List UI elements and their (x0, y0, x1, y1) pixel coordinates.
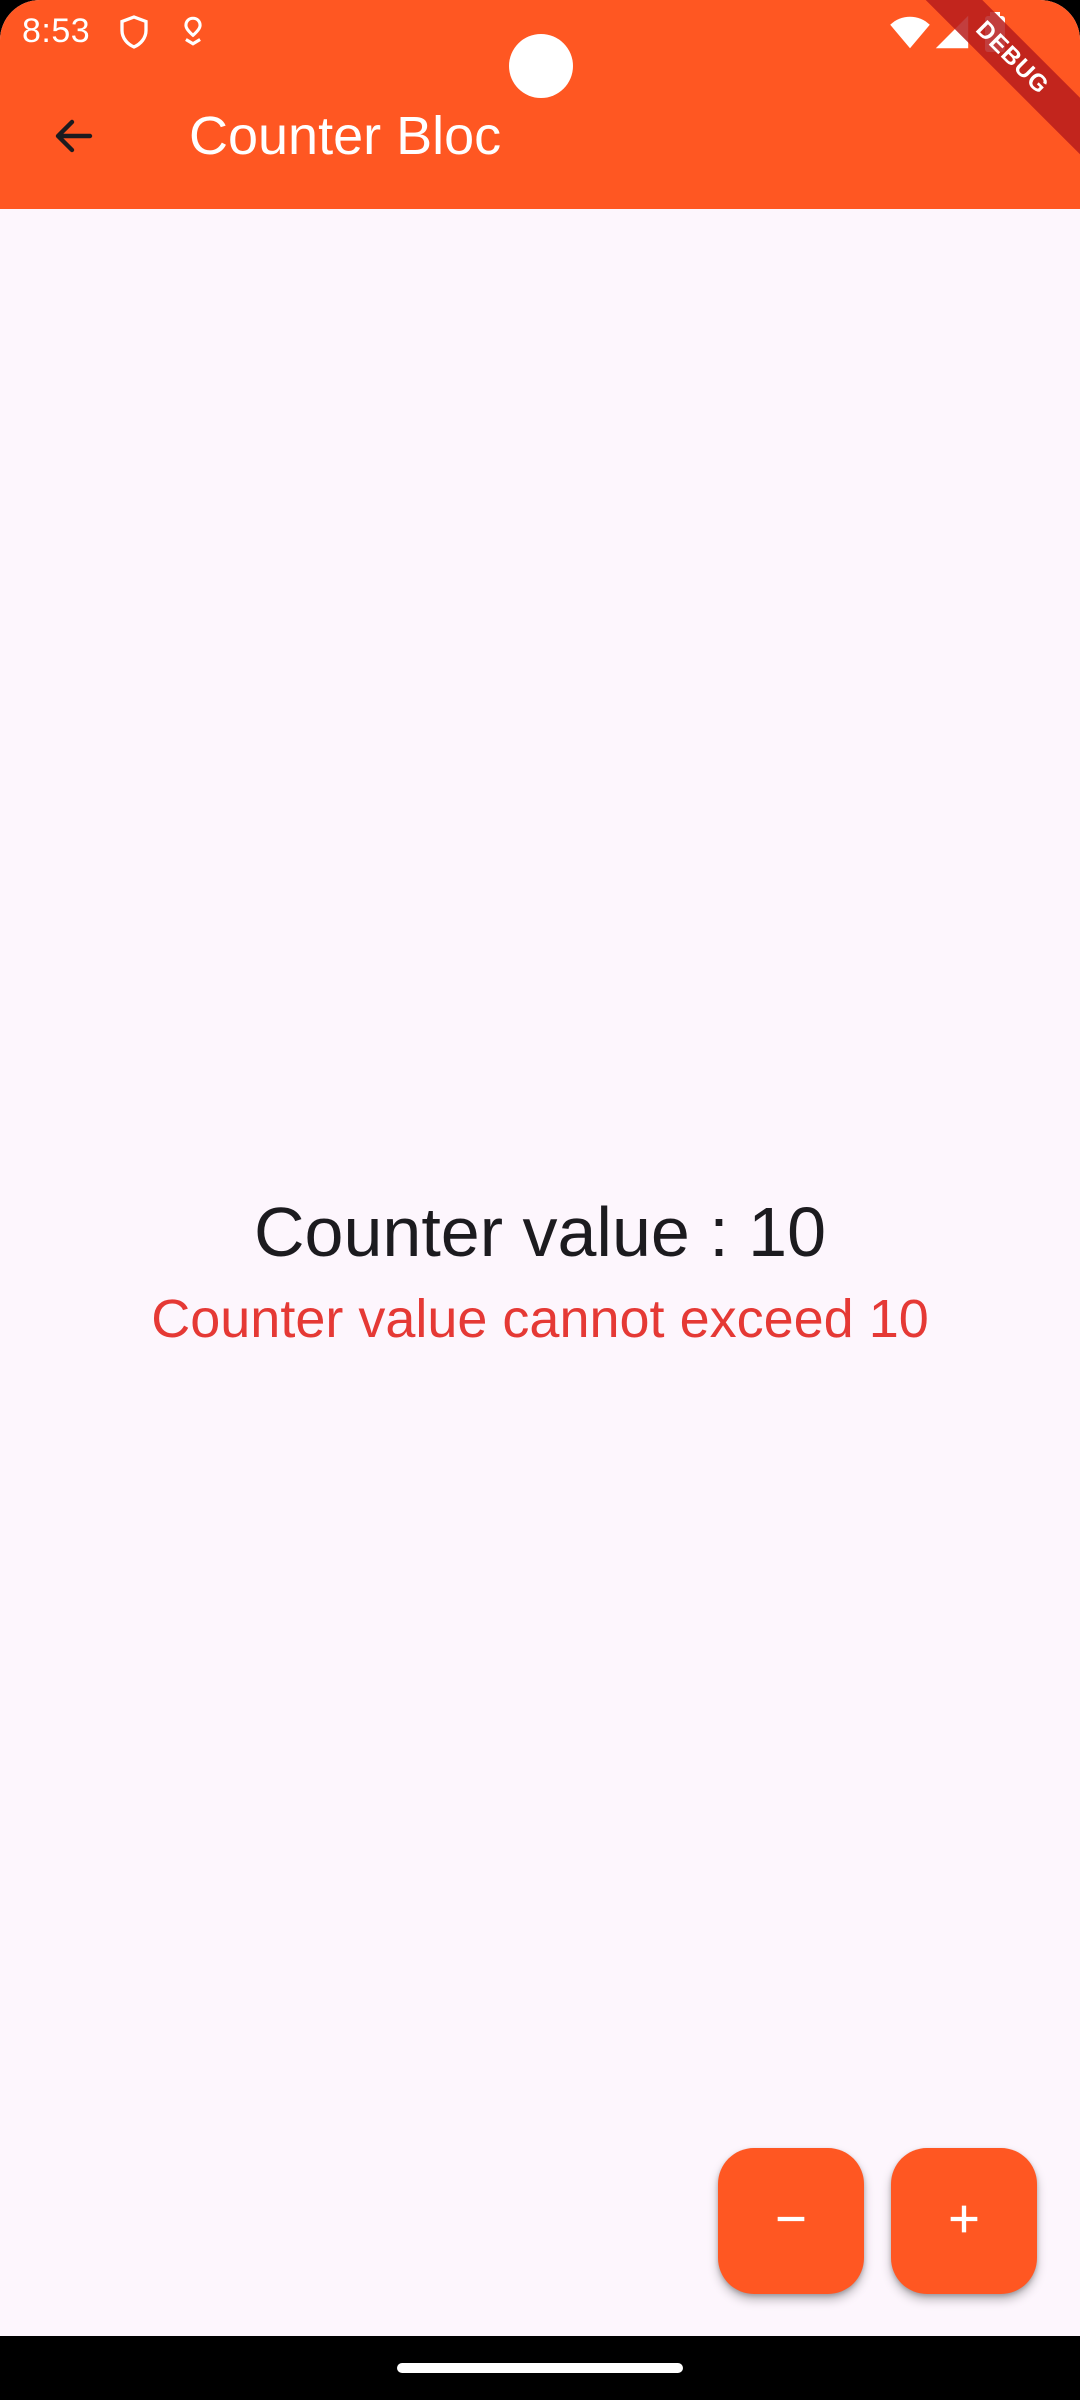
app-screen: 8:53 Counter Bloc DEBUG Counter value: … (0, 0, 1080, 2400)
arrow-back-icon (50, 112, 98, 165)
camera-cutout (509, 34, 573, 98)
page-title: Counter Bloc (189, 106, 502, 166)
back-button[interactable] (32, 96, 116, 180)
debug-banner: DEBUG (910, 0, 1080, 170)
decrement-button[interactable] (718, 2148, 864, 2294)
minus-icon (771, 2199, 811, 2244)
debug-banner-label: DEBUG (910, 0, 1080, 170)
counter-value-text: Counter value : 10 (253, 1193, 827, 1271)
location-pin-icon (176, 14, 210, 53)
shield-icon (116, 14, 152, 55)
plus-icon (944, 2199, 984, 2244)
navigation-bar (0, 2336, 1080, 2400)
increment-button[interactable] (891, 2148, 1037, 2294)
home-gesture-handle[interactable] (397, 2363, 683, 2373)
counter-error-message: Counter value cannot exceed 10 (151, 1289, 929, 1349)
status-time: 8:53 (22, 12, 91, 50)
counter-display: Counter value : 10 Counter value cannot … (0, 1180, 1080, 1354)
